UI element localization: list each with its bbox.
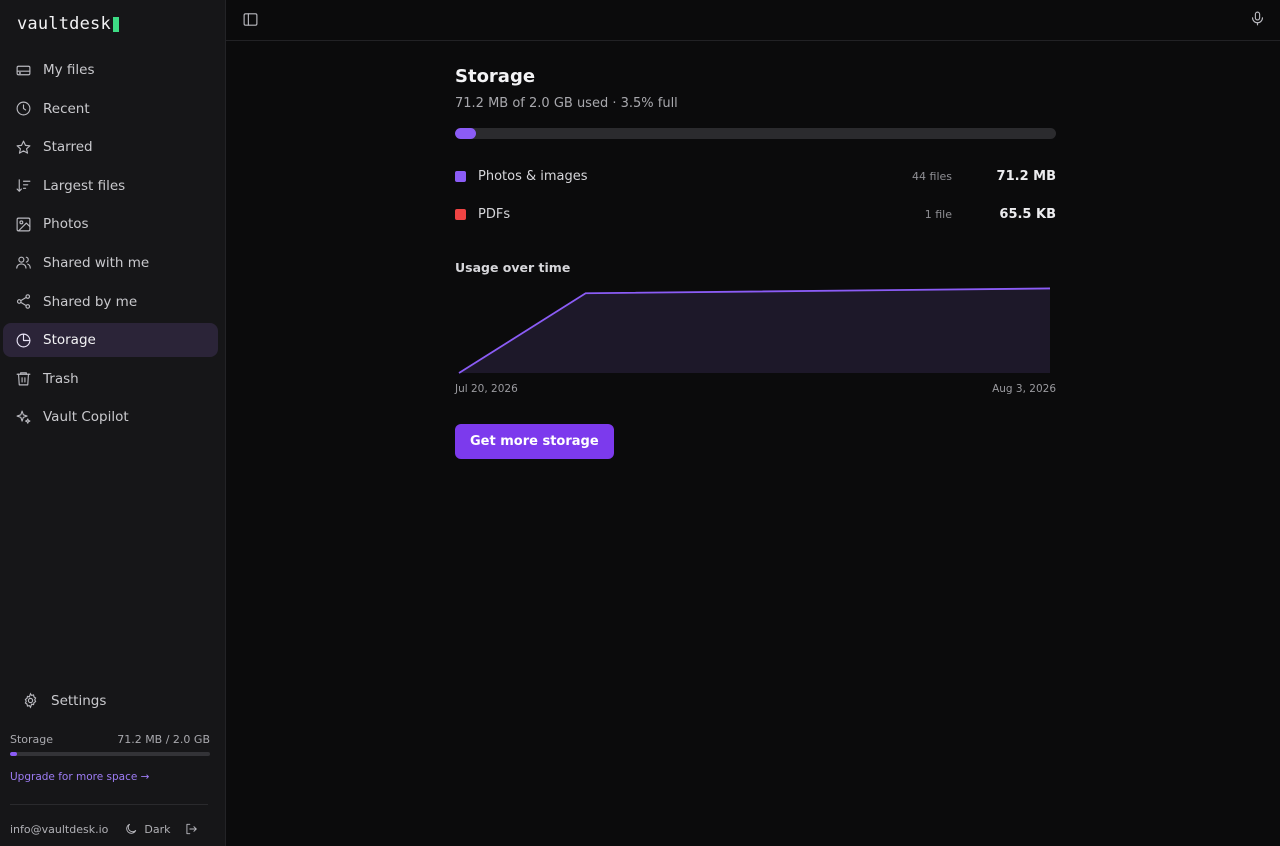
drive-icon: [14, 61, 32, 79]
sidebar: vaultdesk My files Recent Starred Larges…: [0, 0, 226, 846]
settings-button[interactable]: Settings: [22, 692, 106, 709]
storage-summary: 71.2 MB of 2.0 GB used · 3.5% full: [455, 96, 678, 111]
x-tick-label-end: Aug 3, 2026: [992, 383, 1056, 395]
logout-icon: [186, 823, 198, 835]
pie-chart-icon: [14, 331, 32, 349]
storage-usage-bar-fill: [455, 128, 477, 139]
sidebar-nav: My files Recent Starred Largest files Ph…: [3, 53, 218, 439]
sidebar-item-vault-copilot[interactable]: Vault Copilot: [3, 400, 218, 434]
sidebar-storage-usage: 71.2 MB / 2.0 GB: [117, 733, 210, 746]
category-name: Photos & images: [478, 168, 588, 184]
voice-input-button[interactable]: [1249, 10, 1266, 31]
sidebar-item-label: Trash: [43, 370, 79, 387]
microphone-icon: [1251, 11, 1264, 26]
category-size: 71.2 MB: [996, 168, 1056, 184]
usage-chart-title: Usage over time: [455, 260, 571, 275]
account-email: info@vaultdesk.io: [10, 822, 109, 836]
page-title: Storage: [455, 66, 536, 87]
app-name: vaultdesk: [17, 14, 111, 34]
trash-icon: [14, 370, 32, 388]
sidebar-footer: info@vaultdesk.io Dark: [10, 822, 198, 836]
category-count: 44 files: [912, 169, 952, 183]
usage-area: [459, 288, 1050, 373]
theme-toggle[interactable]: Dark: [124, 822, 170, 836]
category-row: Photos & images 44 files 71.2 MB: [455, 157, 1056, 196]
sidebar-item-recent[interactable]: Recent: [3, 92, 218, 126]
moon-icon: [126, 823, 137, 834]
upgrade-link[interactable]: Upgrade for more space →: [10, 771, 149, 783]
sidebar-item-label: Photos: [43, 216, 89, 233]
gear-icon: [24, 692, 37, 709]
logo-cursor: [112, 16, 119, 32]
sidebar-panel-icon: [243, 13, 258, 26]
sparkles-icon: [14, 408, 32, 426]
theme-label: Dark: [144, 822, 171, 836]
storage-usage-bar: [455, 128, 1056, 139]
sidebar-storage-label: Storage: [10, 733, 54, 746]
sidebar-item-label: My files: [43, 62, 95, 78]
sidebar-item-label: Starred: [43, 139, 93, 156]
sidebar-toggle-button[interactable]: [242, 11, 259, 32]
category-swatch: [455, 209, 466, 221]
category-name: PDFs: [478, 207, 511, 223]
category-size: 65.5 KB: [999, 207, 1056, 223]
sort-desc-icon: [14, 177, 32, 195]
sidebar-item-label: Shared with me: [43, 254, 150, 271]
usage-chart-x-axis: Jul 20, 2026 Aug 3, 2026: [455, 383, 1056, 395]
category-row: PDFs 1 file 65.5 KB: [455, 196, 1056, 235]
clock-icon: [14, 100, 32, 118]
image-icon: [14, 215, 32, 233]
sidebar-item-shared-by-me[interactable]: Shared by me: [3, 285, 218, 319]
storage-categories: Photos & images 44 files 71.2 MB PDFs 1 …: [455, 157, 1056, 234]
sidebar-item-storage[interactable]: Storage: [3, 323, 218, 358]
sidebar-storage-bar: [10, 752, 210, 756]
top-bar: [226, 0, 1280, 41]
sidebar-item-label: Shared by me: [43, 293, 138, 310]
sidebar-item-label: Vault Copilot: [43, 409, 129, 426]
sidebar-item-my-files[interactable]: My files: [3, 53, 218, 87]
sidebar-item-shared-with-me[interactable]: Shared with me: [3, 246, 218, 280]
sidebar-item-label: Largest files: [43, 177, 126, 194]
storage-panel: Storage 71.2 MB of 2.0 GB used · 3.5% fu…: [455, 66, 1056, 459]
sidebar-item-trash[interactable]: Trash: [3, 362, 218, 396]
users-icon: [14, 254, 32, 272]
sidebar-item-largest-files[interactable]: Largest files: [3, 169, 218, 203]
sidebar-item-photos[interactable]: Photos: [3, 207, 218, 241]
usage-chart: [458, 287, 1051, 374]
sidebar-storage-bar-fill: [10, 752, 17, 756]
sidebar-item-label: Recent: [43, 100, 90, 117]
logout-button[interactable]: [184, 822, 198, 836]
star-icon: [14, 138, 32, 156]
sidebar-divider: [10, 804, 208, 805]
app-logo[interactable]: vaultdesk: [17, 14, 119, 34]
share-icon: [14, 293, 32, 311]
sidebar-item-starred[interactable]: Starred: [3, 130, 218, 164]
sidebar-item-label: Storage: [43, 332, 96, 349]
get-more-storage-button[interactable]: Get more storage: [455, 424, 614, 459]
category-swatch: [455, 170, 466, 182]
category-count: 1 file: [924, 208, 952, 222]
sidebar-storage-summary: Storage 71.2 MB / 2.0 GB: [10, 733, 210, 756]
settings-label: Settings: [51, 692, 107, 709]
x-tick-label-start: Jul 20, 2026: [455, 383, 518, 395]
